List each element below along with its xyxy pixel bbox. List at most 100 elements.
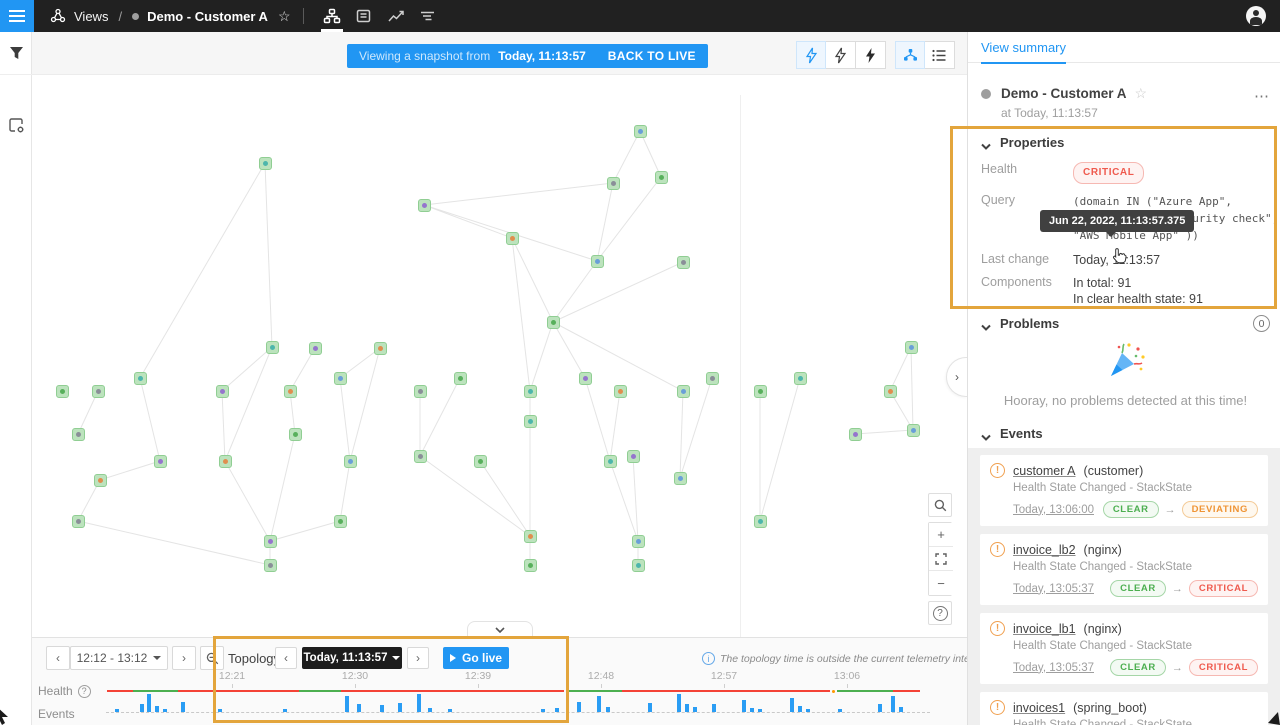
topology-node[interactable] — [289, 428, 302, 441]
event-time-link[interactable]: Today, 13:06:00 — [1013, 504, 1094, 516]
topology-node[interactable] — [677, 385, 690, 398]
event-card[interactable]: !invoice_lb2(nginx)Health State Changed … — [980, 534, 1268, 605]
event-component-link[interactable]: invoice_lb1 — [1013, 622, 1076, 636]
back-to-live-button[interactable]: BACK TO LIVE — [608, 49, 696, 63]
topology-node[interactable] — [604, 455, 617, 468]
range-previous-button[interactable]: ‹ — [46, 646, 70, 670]
topology-node[interactable] — [56, 385, 69, 398]
last-change-value[interactable]: Today, 11:13:57 — [1073, 252, 1160, 268]
topology-node[interactable] — [674, 472, 687, 485]
topology-node[interactable] — [632, 535, 645, 548]
fit-to-screen-button[interactable] — [929, 547, 953, 571]
more-menu-icon[interactable]: ⋯ — [1254, 87, 1270, 105]
topology-node[interactable] — [607, 177, 620, 190]
topology-node[interactable] — [414, 385, 427, 398]
topology-time-dropdown[interactable]: Today, 11:13:57 — [302, 647, 402, 669]
topology-node[interactable] — [284, 385, 297, 398]
topology-node[interactable] — [849, 428, 862, 441]
topology-node[interactable] — [884, 385, 897, 398]
health-help-icon[interactable]: ? — [78, 685, 91, 698]
favorite-star-icon[interactable]: ☆ — [1135, 85, 1148, 101]
topology-node[interactable] — [794, 372, 807, 385]
topology-node[interactable] — [266, 341, 279, 354]
zoom-out-range-button[interactable] — [200, 646, 224, 670]
topology-node[interactable] — [309, 342, 322, 355]
event-card[interactable]: !invoices1(spring_boot)Health State Chan… — [980, 692, 1268, 725]
tab-view-summary[interactable]: View summary — [981, 40, 1066, 64]
graph-layout-button[interactable] — [895, 41, 925, 69]
topology-node[interactable] — [754, 515, 767, 528]
collapse-timeline-tab[interactable] — [467, 621, 533, 638]
topology-node[interactable] — [524, 530, 537, 543]
topology-node[interactable] — [677, 256, 690, 269]
full-root-cause-bolt-button[interactable] — [856, 41, 886, 69]
favorite-star-icon[interactable]: ☆ — [278, 8, 291, 25]
event-component-link[interactable]: customer A — [1013, 464, 1076, 478]
user-avatar[interactable] — [1246, 6, 1266, 26]
topology-node[interactable] — [579, 372, 592, 385]
topology-canvas[interactable] — [32, 75, 967, 637]
topology-time-next-button[interactable]: › — [407, 647, 429, 669]
topology-node[interactable] — [264, 559, 277, 572]
topology-time-previous-button[interactable]: ‹ — [275, 647, 297, 669]
topology-node[interactable] — [474, 455, 487, 468]
nav-traces-view-icon[interactable] — [412, 0, 444, 32]
topology-node[interactable] — [627, 450, 640, 463]
root-cause-bolt-button[interactable] — [826, 41, 856, 69]
topology-node[interactable] — [418, 199, 431, 212]
topology-node[interactable] — [154, 455, 167, 468]
problems-header[interactable]: Problems 0 — [981, 315, 1270, 332]
topology-node[interactable] — [506, 232, 519, 245]
topology-node[interactable] — [547, 316, 560, 329]
list-layout-button[interactable] — [925, 41, 955, 69]
event-component-link[interactable]: invoice_lb2 — [1013, 543, 1076, 557]
topology-node[interactable] — [905, 341, 918, 354]
topology-node[interactable] — [614, 385, 627, 398]
topology-node[interactable] — [524, 559, 537, 572]
topology-node[interactable] — [94, 474, 107, 487]
go-live-button[interactable]: Go live — [443, 647, 509, 669]
time-range-dropdown[interactable]: 12:12 - 13:12 — [70, 646, 168, 670]
event-card[interactable]: !customer A(customer)Health State Change… — [980, 455, 1268, 526]
help-button[interactable]: ? — [928, 601, 952, 625]
topology-node[interactable] — [72, 428, 85, 441]
view-settings-button[interactable] — [0, 105, 32, 145]
topology-node[interactable] — [216, 385, 229, 398]
topology-node[interactable] — [374, 342, 387, 355]
topology-node[interactable] — [591, 255, 604, 268]
problems-filter-outline-bolt-button[interactable] — [796, 41, 826, 69]
topology-node[interactable] — [754, 385, 767, 398]
zoom-in-button[interactable]: + — [929, 523, 953, 547]
topology-node[interactable] — [414, 450, 427, 463]
topology-node[interactable] — [632, 559, 645, 572]
topology-node[interactable] — [524, 415, 537, 428]
breadcrumb-views[interactable]: Views — [74, 9, 108, 24]
topology-node[interactable] — [72, 515, 85, 528]
nav-metrics-view-icon[interactable] — [380, 0, 412, 32]
topology-node[interactable] — [454, 372, 467, 385]
topology-node[interactable] — [92, 385, 105, 398]
topology-node[interactable] — [344, 455, 357, 468]
range-next-button[interactable]: › — [172, 646, 196, 670]
topology-node[interactable] — [334, 372, 347, 385]
event-component-link[interactable]: invoices1 — [1013, 701, 1065, 715]
topology-node[interactable] — [264, 535, 277, 548]
topology-node[interactable] — [655, 171, 668, 184]
topology-node[interactable] — [334, 515, 347, 528]
zoom-out-button[interactable]: − — [929, 571, 953, 595]
topology-node[interactable] — [219, 455, 232, 468]
nav-topology-view-icon[interactable] — [316, 0, 348, 32]
event-card[interactable]: !invoice_lb1(nginx)Health State Changed … — [980, 613, 1268, 684]
event-time-link[interactable]: Today, 13:05:37 — [1013, 662, 1094, 674]
topology-node[interactable] — [259, 157, 272, 170]
events-header[interactable]: Events — [981, 426, 1270, 441]
search-zoom-button[interactable] — [928, 493, 952, 517]
snapshot-banner[interactable]: Viewing a snapshot from Today, 11:13:57 … — [347, 44, 708, 68]
hamburger-menu-button[interactable] — [0, 0, 34, 32]
breadcrumb-view-title[interactable]: Demo - Customer A — [147, 9, 268, 24]
topology-node[interactable] — [706, 372, 719, 385]
filter-button[interactable] — [0, 32, 32, 75]
properties-header[interactable]: Properties — [981, 135, 1272, 150]
event-time-link[interactable]: Today, 13:05:37 — [1013, 583, 1094, 595]
topology-node[interactable] — [634, 125, 647, 138]
